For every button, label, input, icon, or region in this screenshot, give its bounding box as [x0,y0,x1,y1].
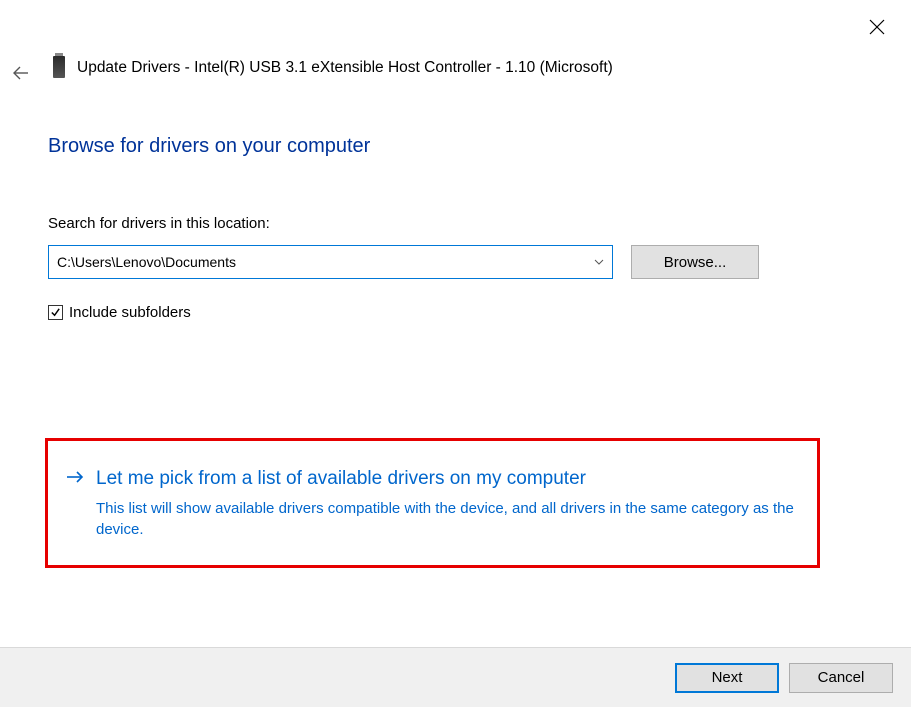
page-title: Update Drivers - Intel(R) USB 3.1 eXtens… [77,59,613,77]
search-location-label: Search for drivers in this location: [48,215,270,232]
device-icon [53,56,65,78]
cancel-button-label: Cancel [818,669,865,686]
driver-path-combobox[interactable]: C:\Users\Lenovo\Documents [48,245,613,279]
driver-path-value: C:\Users\Lenovo\Documents [57,254,236,270]
include-subfolders-checkbox[interactable]: Include subfolders [48,304,191,321]
browse-button[interactable]: Browse... [631,245,759,279]
pick-option-title: Let me pick from a list of available dri… [96,467,586,492]
pick-option-description: This list will show available drivers co… [96,498,799,542]
page-heading: Browse for drivers on your computer [48,135,370,158]
checkbox-icon [48,305,63,320]
next-button[interactable]: Next [675,663,779,693]
next-button-label: Next [712,669,743,686]
chevron-down-icon [594,256,604,268]
include-subfolders-label: Include subfolders [69,304,191,321]
cancel-button[interactable]: Cancel [789,663,893,693]
arrow-right-icon [66,470,84,487]
close-button[interactable] [865,16,889,40]
close-icon [869,19,885,38]
back-button[interactable] [10,63,32,85]
browse-button-label: Browse... [664,254,727,271]
pick-from-list-option[interactable]: Let me pick from a list of available dri… [45,438,820,568]
arrow-left-icon [12,64,30,85]
dialog-footer: Next Cancel [0,647,911,707]
